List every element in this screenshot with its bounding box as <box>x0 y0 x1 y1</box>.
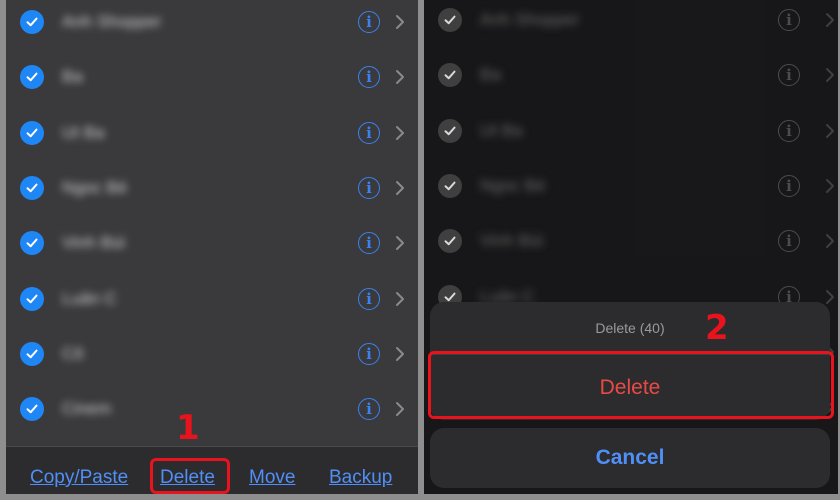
checkmark-circle-icon[interactable] <box>20 10 44 34</box>
chevron-right-icon <box>395 401 405 417</box>
info-circle-icon[interactable]: i <box>358 342 380 365</box>
contact-row[interactable]: Ngoc Bé i <box>6 161 418 216</box>
step-1-label: 1 <box>176 408 200 448</box>
contact-name: Ngoc Bé <box>62 177 128 197</box>
contact-name: Luân C <box>62 288 117 308</box>
contact-name: Vinh Bùi <box>62 233 126 253</box>
checkmark-circle-icon[interactable] <box>20 286 44 311</box>
chevron-right-icon <box>395 125 405 141</box>
info-circle-icon[interactable]: i <box>358 66 380 89</box>
contact-row[interactable]: Vinh Bùi i <box>6 216 418 271</box>
copy-paste-button[interactable]: Copy/Paste <box>30 447 128 494</box>
contact-name: Ut Ba <box>62 122 105 142</box>
chevron-right-icon <box>395 180 405 196</box>
contact-name: Cô <box>62 343 84 363</box>
checkmark-circle-icon[interactable] <box>20 175 44 200</box>
chevron-right-icon <box>395 235 405 251</box>
checkmark-circle-icon[interactable] <box>20 231 44 256</box>
contact-row[interactable]: Ba i <box>6 50 418 105</box>
info-circle-icon[interactable]: i <box>358 398 380 421</box>
contact-row[interactable]: Cinem i <box>6 382 418 437</box>
info-circle-icon[interactable]: i <box>358 11 380 33</box>
chevron-right-icon <box>395 14 405 30</box>
checkmark-circle-icon[interactable] <box>20 65 44 90</box>
info-circle-icon[interactable]: i <box>358 232 380 255</box>
chevron-right-icon <box>395 69 405 85</box>
contact-row[interactable]: Luân C i <box>6 272 418 327</box>
chevron-right-icon <box>395 291 405 307</box>
move-button[interactable]: Move <box>249 447 295 494</box>
highlight-confirm-delete <box>428 351 834 419</box>
checkmark-circle-icon[interactable] <box>20 341 44 366</box>
highlight-delete-toolbar <box>150 458 230 494</box>
info-circle-icon[interactable]: i <box>358 176 380 199</box>
info-circle-icon[interactable]: i <box>358 287 380 310</box>
contact-name: Ba <box>62 67 83 87</box>
contact-name: Cinem <box>62 399 112 419</box>
info-circle-icon[interactable]: i <box>358 121 380 144</box>
contact-row[interactable]: Ut Ba i <box>6 106 418 161</box>
contact-row[interactable]: Anh Shopper i <box>6 0 418 50</box>
contacts-list-selection-view: Anh Shopper i Ba i Ut Ba i Ngoc Bé i Vinh Bùi i Lu… <box>6 0 418 494</box>
action-sheet-title: Delete (40) <box>595 320 665 336</box>
checkmark-circle-icon[interactable] <box>20 397 44 422</box>
step-2-label: 2 <box>705 308 729 348</box>
cancel-button[interactable]: Cancel <box>430 428 830 488</box>
delete-confirmation-view: Anh Shopper i Ba i Ut Ba i Ngoc Bé i Vinh Bùi i Lu… <box>424 0 838 494</box>
chevron-right-icon <box>395 346 405 362</box>
backup-button[interactable]: Backup <box>329 447 392 494</box>
checkmark-circle-icon[interactable] <box>20 120 44 145</box>
contact-row[interactable]: Cô i <box>6 327 418 382</box>
contact-name: Anh Shopper <box>62 12 162 31</box>
